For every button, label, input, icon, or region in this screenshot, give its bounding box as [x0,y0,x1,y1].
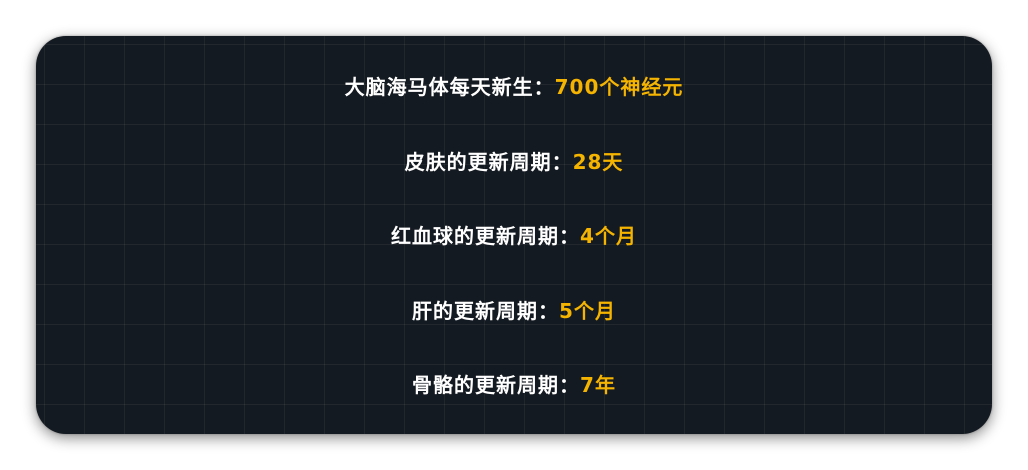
fact-line-bones: 骨骼的更新周期：7年 [36,348,992,422]
fact-value: 7年 [580,373,616,397]
fact-value: 5个月 [559,299,616,323]
fact-label: 骨骼的更新周期： [412,373,581,397]
fact-line-skin: 皮肤的更新周期：28天 [36,125,992,199]
fact-label: 大脑海马体每天新生： [344,75,555,99]
fact-line-hippocampus: 大脑海马体每天新生：700个神经元 [36,50,992,124]
info-card: 大脑海马体每天新生：700个神经元 皮肤的更新周期：28天 红血球的更新周期：4… [36,36,992,434]
fact-value: 4个月 [580,224,637,248]
fact-label: 红血球的更新周期： [391,224,581,248]
fact-line-liver: 肝的更新周期：5个月 [36,274,992,348]
fact-line-red-blood-cells: 红血球的更新周期：4个月 [36,199,992,273]
fact-label: 皮肤的更新周期： [404,150,573,174]
fact-label: 肝的更新周期： [412,299,560,323]
fact-value: 700个神经元 [554,75,684,99]
fact-value: 28天 [572,150,624,174]
